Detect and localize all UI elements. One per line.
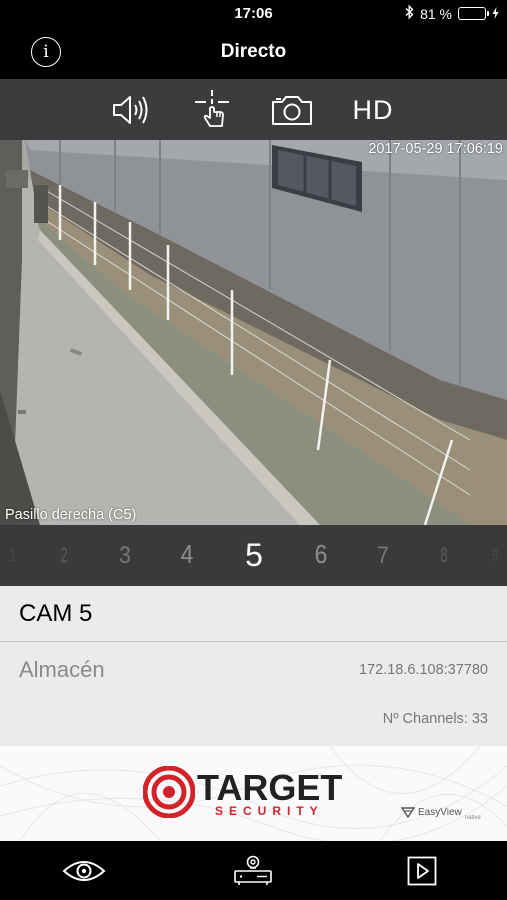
camera-address: 172.18.6.108:37780	[358, 662, 488, 678]
tab-playback[interactable]	[400, 854, 444, 888]
channel-1[interactable]: 1	[0, 525, 26, 586]
tab-bar	[0, 841, 507, 900]
channel-selector[interactable]: 123456789	[0, 525, 507, 586]
live-toolbar: HD	[0, 79, 507, 140]
snapshot-button[interactable]	[270, 92, 314, 128]
channel-3[interactable]: 3	[105, 525, 145, 586]
brand-subtitle: SECURITY	[215, 804, 324, 818]
video-timestamp: 2017-05-29 17:06:19	[368, 141, 503, 157]
brand-banner: TARGET SECURITY EasyView native	[0, 746, 507, 841]
nav-bar: i Directo	[0, 28, 507, 79]
live-video-feed[interactable]: 2017-05-29 17:06:19 Pasillo derecha (C5)	[0, 140, 507, 525]
camera-title: CAM 5	[19, 600, 93, 627]
channels-count: Nº Channels: 33	[382, 711, 488, 727]
eye-icon	[62, 861, 106, 881]
channel-2[interactable]: 2	[51, 525, 77, 586]
video-camera-label: Pasillo derecha (C5)	[5, 507, 137, 523]
channel-8[interactable]: 8	[430, 525, 456, 586]
partner-subtitle: native	[464, 815, 481, 821]
target-security-logo: TARGET SECURITY	[143, 766, 365, 820]
video-frame-image	[0, 140, 507, 525]
status-indicators: 81 %	[405, 4, 499, 22]
battery-percent: 81 %	[420, 5, 452, 22]
easyview-icon	[401, 807, 415, 818]
channel-6[interactable]: 6	[301, 525, 341, 586]
status-bar: 17:06 81 %	[0, 0, 507, 28]
partner-name: EasyView	[418, 806, 462, 818]
charging-icon	[492, 6, 499, 22]
camera-info-panel: CAM 5 Almacén 172.18.6.108:37780 Nº Chan…	[0, 586, 507, 746]
channel-7[interactable]: 7	[363, 525, 403, 586]
ptz-button[interactable]	[192, 90, 232, 128]
battery-icon	[458, 7, 489, 20]
channel-9[interactable]: 9	[482, 525, 507, 586]
tab-devices[interactable]	[231, 854, 275, 888]
bluetooth-icon	[405, 4, 414, 22]
page-title: Directo	[220, 41, 287, 62]
target-logo-icon	[143, 766, 195, 818]
play-icon	[407, 856, 437, 886]
camera-icon	[272, 96, 312, 125]
speaker-icon	[113, 96, 148, 124]
ptz-touch-icon	[195, 90, 229, 127]
dvr-icon	[234, 855, 272, 885]
audio-button[interactable]	[110, 92, 152, 128]
tab-live[interactable]	[62, 854, 106, 888]
camera-location: Almacén	[19, 657, 105, 682]
hd-quality-button[interactable]: HD	[350, 92, 396, 128]
brand-name: TARGET	[197, 767, 343, 808]
easyview-logo: EasyView native	[401, 806, 481, 821]
divider	[0, 641, 507, 642]
channel-4[interactable]: 4	[167, 525, 207, 586]
channel-5[interactable]: 5	[232, 525, 276, 586]
